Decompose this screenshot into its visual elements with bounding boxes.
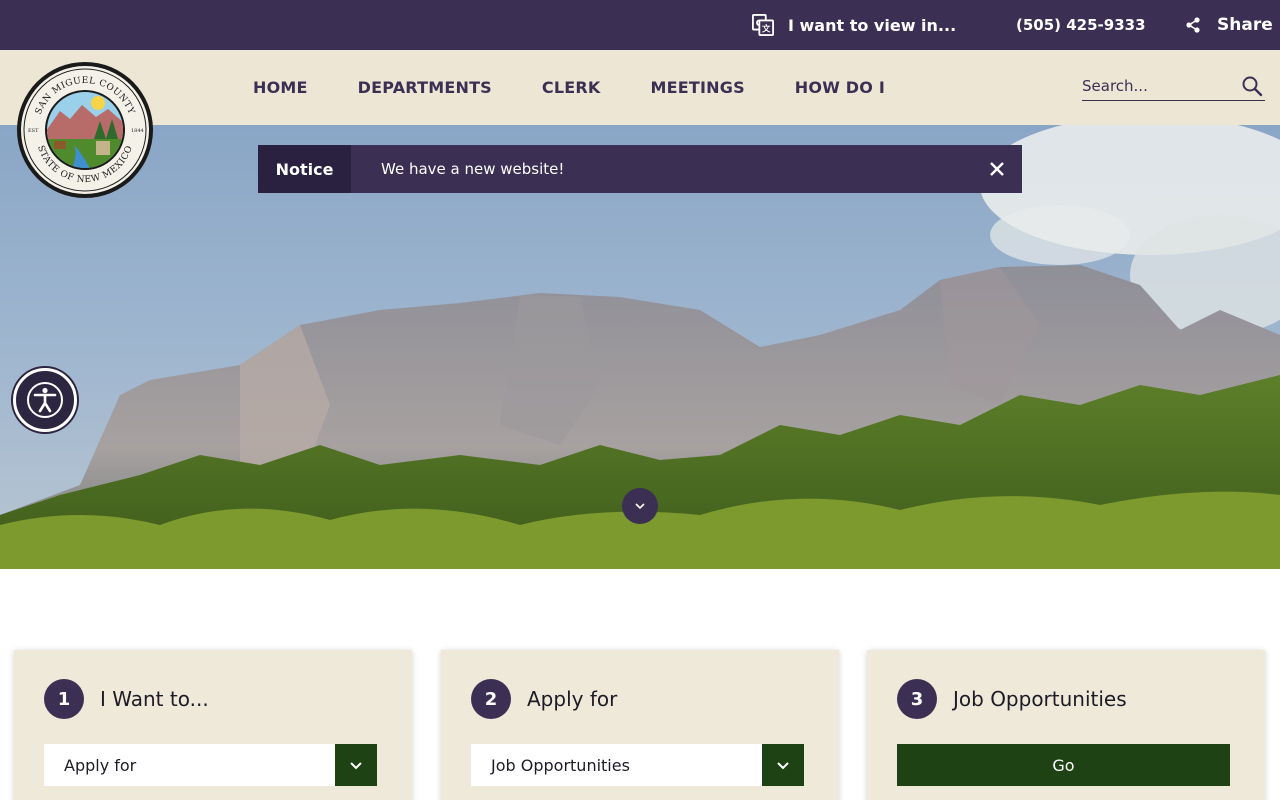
nav-item-how-do-i[interactable]: HOW DO I	[795, 78, 885, 97]
share-button[interactable]: Share	[1185, 0, 1273, 50]
accessibility-button[interactable]	[13, 368, 77, 432]
county-seal-graphic: SAN MIGUEL COUNTY STATE OF NEW MEXICO ES…	[17, 62, 153, 198]
step-number: 3	[897, 679, 937, 719]
svg-text:EST: EST	[28, 128, 39, 134]
notice-label: Notice	[258, 145, 351, 193]
scroll-down-button[interactable]	[622, 488, 658, 524]
notice-close-button[interactable]	[972, 145, 1022, 193]
step-title: Job Opportunities	[953, 687, 1127, 711]
utility-bar: G 文 I want to view in... (505) 425-9333 …	[0, 0, 1280, 50]
main-navigation: HOME DEPARTMENTS CLERK MEETINGS HOW DO I	[253, 50, 935, 125]
step-title: I Want to...	[100, 687, 209, 711]
chevron-down-icon	[350, 761, 362, 769]
phone-link[interactable]: (505) 425-9333	[1016, 0, 1146, 50]
chevron-down-icon	[777, 761, 789, 769]
nav-item-clerk[interactable]: CLERK	[542, 78, 601, 97]
step-card-3: 3 Job Opportunities Go	[867, 650, 1265, 800]
select-toggle[interactable]	[335, 744, 377, 786]
apply-for-select[interactable]: Job Opportunities	[471, 744, 804, 786]
i-want-to-select[interactable]: Apply for	[44, 744, 377, 786]
county-seal-logo[interactable]: SAN MIGUEL COUNTY STATE OF NEW MEXICO ES…	[16, 61, 154, 199]
accessibility-icon	[27, 382, 63, 418]
notice-message: We have a new website!	[381, 160, 565, 178]
nav-item-departments[interactable]: DEPARTMENTS	[358, 78, 492, 97]
search-box	[1082, 72, 1265, 101]
step-card-header: 1 I Want to...	[44, 679, 209, 719]
translate-icon: G 文	[752, 14, 774, 36]
svg-text:文: 文	[762, 23, 771, 33]
share-icon	[1186, 17, 1200, 33]
step-card-1: 1 I Want to... Apply for	[14, 650, 412, 800]
translate-label: I want to view in...	[788, 15, 957, 35]
step-card-2: 2 Apply for Job Opportunities	[441, 650, 839, 800]
step-title: Apply for	[527, 687, 618, 711]
translate-button[interactable]: G 文 I want to view in...	[752, 0, 956, 50]
close-icon	[990, 162, 1004, 176]
search-icon[interactable]	[1241, 75, 1263, 97]
go-button[interactable]: Go	[897, 744, 1230, 786]
notice-banner: Notice We have a new website!	[258, 145, 1022, 193]
nav-item-home[interactable]: HOME	[253, 78, 308, 97]
select-value: Job Opportunities	[491, 755, 630, 775]
share-label: Share	[1217, 15, 1273, 35]
chevron-down-icon	[635, 503, 645, 510]
step-card-header: 3 Job Opportunities	[897, 679, 1127, 719]
select-value: Apply for	[64, 755, 137, 775]
step-number: 1	[44, 679, 84, 719]
svg-text:1844: 1844	[131, 128, 144, 134]
step-number: 2	[471, 679, 511, 719]
select-toggle[interactable]	[762, 744, 804, 786]
step-card-header: 2 Apply for	[471, 679, 617, 719]
search-input[interactable]	[1082, 77, 1222, 95]
nav-item-meetings[interactable]: MEETINGS	[651, 78, 745, 97]
